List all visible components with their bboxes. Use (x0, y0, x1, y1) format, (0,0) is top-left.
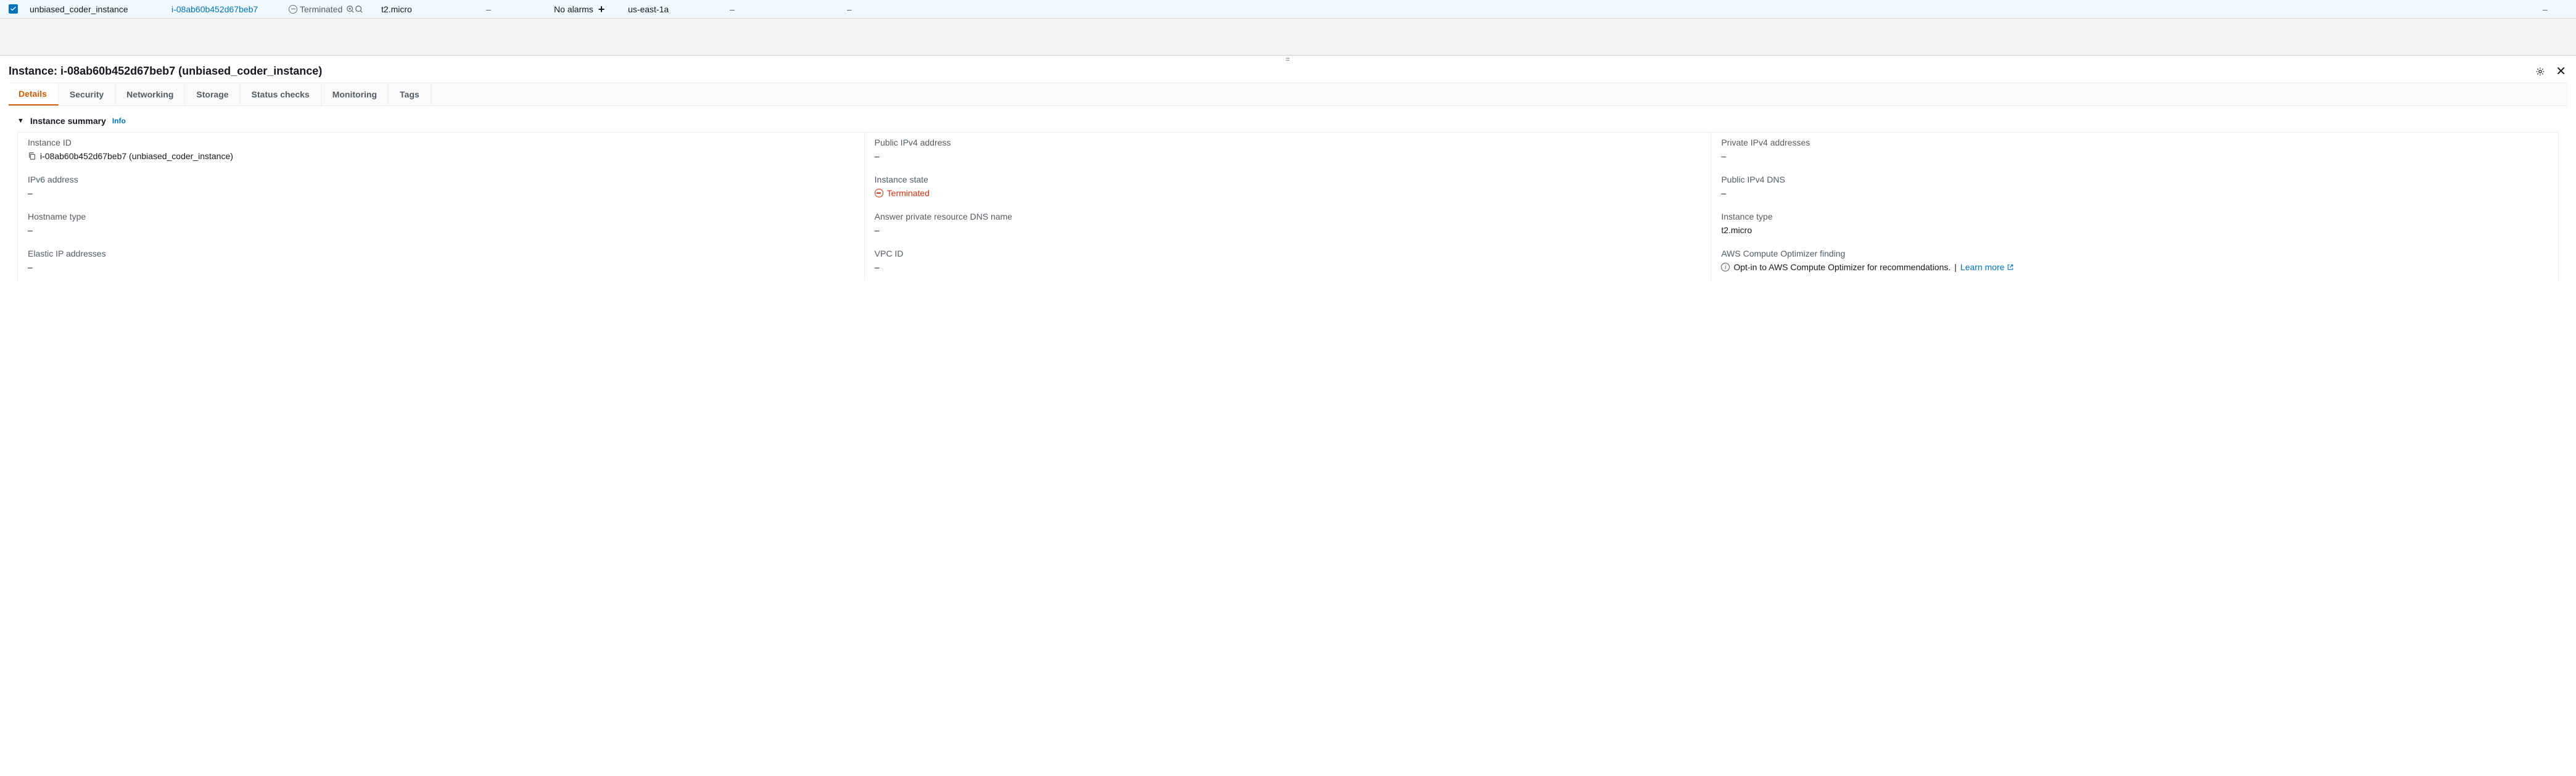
row-private-ip: – (847, 4, 964, 14)
field-value: Terminated (887, 188, 930, 198)
field-label: Private IPv4 addresses (1721, 138, 2548, 147)
field-value: – (875, 151, 1701, 161)
field-label: Hostname type (28, 212, 854, 221)
field-compute-optimizer: AWS Compute Optimizer finding i Opt-in t… (1711, 244, 2558, 281)
field-answer-dns: Answer private resource DNS name – (865, 207, 1712, 244)
drag-handle-icon: = (1286, 55, 1290, 64)
row-checkbox[interactable] (9, 4, 18, 14)
field-value: – (28, 225, 854, 235)
external-link-icon (2007, 263, 2014, 271)
optimizer-text: Opt-in to AWS Compute Optimizer for reco… (1733, 262, 1951, 272)
tab-details[interactable]: Details (9, 83, 59, 105)
check-icon (10, 6, 17, 12)
field-label: IPv6 address (28, 175, 854, 184)
field-value: t2.micro (1721, 225, 2548, 235)
field-hostname-type: Hostname type – (18, 207, 865, 244)
panel-title-id: i-08ab60b452d67beb7 (60, 65, 175, 77)
field-value: – (875, 262, 1701, 272)
field-label: Elastic IP addresses (28, 249, 854, 258)
field-value: – (875, 225, 1701, 235)
field-elastic-ip: Elastic IP addresses – (18, 244, 865, 281)
field-label: Instance ID (28, 138, 854, 147)
field-vpc-id: VPC ID – (865, 244, 1712, 281)
caret-down-icon: ▼ (17, 117, 24, 125)
field-value: – (28, 262, 854, 272)
gear-icon[interactable] (2535, 66, 2546, 77)
field-instance-id: Instance ID i-08ab60b452d67beb7 (unbiase… (18, 133, 865, 170)
tab-tags[interactable]: Tags (389, 83, 431, 105)
panel-drag-handle[interactable]: = (0, 56, 2576, 62)
add-alarm-button[interactable]: + (598, 4, 605, 15)
tab-monitoring[interactable]: Monitoring (321, 83, 389, 105)
section-header[interactable]: ▼ Instance summary Info (17, 112, 2559, 132)
learn-more-link[interactable]: Learn more (1960, 262, 2014, 272)
row-state: Terminated (289, 4, 381, 14)
state-terminated-icon (875, 189, 883, 197)
panel-title-name: (unbiased_coder_instance) (178, 65, 322, 77)
close-icon[interactable]: ✕ (2556, 65, 2566, 78)
copy-icon[interactable] (28, 152, 36, 160)
field-value: – (28, 188, 854, 198)
field-value: – (1721, 151, 2548, 161)
instance-row[interactable]: unbiased_coder_instance i-08ab60b452d67b… (0, 0, 2576, 19)
row-state-text: Terminated (300, 4, 342, 14)
learn-more-text: Learn more (1960, 262, 2005, 272)
instance-detail-panel: = Instance: i-08ab60b452d67beb7 (unbiase… (0, 56, 2576, 281)
field-label: AWS Compute Optimizer finding (1721, 249, 2548, 258)
field-instance-state: Instance state Terminated (865, 170, 1712, 207)
optimizer-sep: | (1954, 262, 1957, 272)
state-stopped-icon (289, 5, 297, 14)
field-label: Public IPv4 address (875, 138, 1701, 147)
field-public-ipv4: Public IPv4 address – (865, 133, 1712, 170)
row-public-ip: – (730, 4, 847, 14)
table-empty-area (0, 19, 2576, 56)
field-label: Instance type (1721, 212, 2548, 221)
tab-storage[interactable]: Storage (185, 83, 240, 105)
tab-security[interactable]: Security (59, 83, 115, 105)
field-instance-type: Instance type t2.micro (1711, 207, 2558, 244)
panel-title: Instance: i-08ab60b452d67beb7 (unbiased_… (9, 65, 2535, 78)
row-alarm: No alarms + (554, 4, 628, 15)
field-value: i-08ab60b452d67beb7 (unbiased_coder_inst… (40, 151, 233, 161)
zoom-out-icon[interactable] (355, 5, 363, 14)
row-az: us-east-1a (628, 4, 730, 14)
row-state-actions[interactable] (346, 5, 363, 14)
detail-tabs: Details Security Networking Storage Stat… (9, 83, 2567, 106)
row-instance-id[interactable]: i-08ab60b452d67beb7 (171, 4, 289, 14)
row-instance-id-link[interactable]: i-08ab60b452d67beb7 (171, 4, 258, 14)
zoom-in-icon[interactable] (346, 5, 355, 14)
field-label: VPC ID (875, 249, 1701, 258)
tab-status-checks[interactable]: Status checks (241, 83, 321, 105)
field-label: Public IPv4 DNS (1721, 175, 2548, 184)
info-icon: i (1721, 263, 1730, 271)
field-ipv6: IPv6 address – (18, 170, 865, 207)
summary-fields: Instance ID i-08ab60b452d67beb7 (unbiase… (17, 132, 2559, 281)
row-alarm-text: No alarms (554, 4, 593, 14)
row-status-check: – (486, 4, 554, 14)
info-link[interactable]: Info (112, 117, 126, 125)
field-label: Instance state (875, 175, 1701, 184)
row-name: unbiased_coder_instance (30, 4, 171, 14)
field-value: – (1721, 188, 2548, 198)
field-public-dns: Public IPv4 DNS – (1711, 170, 2558, 207)
tab-networking[interactable]: Networking (115, 83, 185, 105)
row-type: t2.micro (381, 4, 486, 14)
field-label: Answer private resource DNS name (875, 212, 1701, 221)
field-private-ipv4: Private IPv4 addresses – (1711, 133, 2558, 170)
panel-title-prefix: Instance: (9, 65, 57, 77)
section-title: Instance summary (30, 116, 106, 126)
row-monitoring: – (2543, 4, 2567, 14)
